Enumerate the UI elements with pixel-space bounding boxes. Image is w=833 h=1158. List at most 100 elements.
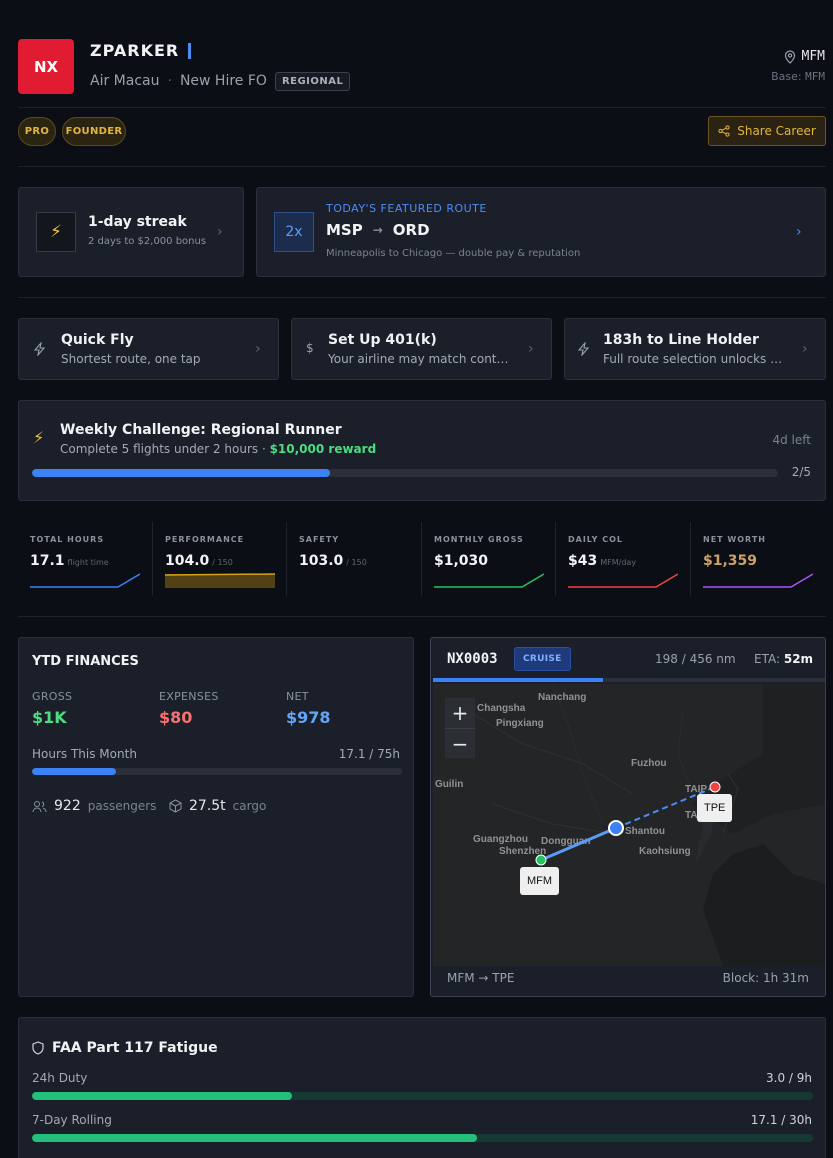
pro-badge: PRO [18, 117, 56, 146]
rolling-progress-bar [32, 1134, 813, 1142]
pilot-name: ZPARKER [90, 41, 192, 60]
quick-card-subtitle: Your airline may match contri... [328, 352, 510, 366]
weekly-challenge-card[interactable]: ⚡ Weekly Challenge: Regional Runner Comp… [18, 400, 826, 501]
sparkline [165, 573, 275, 588]
rolling-label: 7-Day Rolling [32, 1113, 112, 1127]
stat-label: DAILY COL [568, 535, 624, 544]
stat-monthly-gross[interactable]: MONTHLY GROSS $1,030 [422, 522, 556, 596]
chevron-right-icon: › [796, 224, 802, 240]
eta-label: ETA: [754, 652, 781, 666]
share-career-button[interactable]: Share Career [708, 116, 826, 146]
sparkline [568, 573, 678, 588]
challenge-subtitle: Complete 5 flights under 2 hours · $10,0… [60, 442, 376, 456]
flight-route-text: MFM → TPE [447, 971, 515, 985]
stat-total-hours[interactable]: TOTAL HOURS 17.1 flight time [18, 522, 152, 596]
current-location: MFM [784, 49, 825, 64]
users-icon [32, 800, 47, 812]
flight-progress-fill [433, 678, 604, 682]
stat-value-number: 104.0 [165, 553, 210, 569]
founder-badge: FOUNDER [62, 117, 126, 146]
fatigue-title: FAA Part 117 Fatigue [52, 1040, 218, 1056]
stat-separator [152, 522, 153, 596]
stat-value: 104.0/ 150 [165, 553, 233, 569]
gross-value: $1K [32, 708, 67, 727]
chevron-right-icon: › [217, 224, 223, 240]
net-label: NET [286, 690, 309, 703]
expenses-value: $80 [159, 708, 193, 727]
quick-fly-card[interactable]: Quick Fly Shortest route, one tap › [18, 318, 279, 380]
aircraft-marker[interactable] [608, 820, 624, 836]
stat-value-number: $1,030 [434, 553, 489, 569]
quick-card-title: Set Up 401(k) [328, 332, 437, 348]
setup-401k-card[interactable]: $ Set Up 401(k) Your airline may match c… [291, 318, 552, 380]
cursor-indicator [188, 42, 192, 59]
active-flight-card[interactable]: NX0003 CRUISE 198 / 456 nm ETA: 52m Nanc… [430, 637, 826, 997]
stat-value-number: $43 [568, 553, 598, 569]
stat-value-number: 17.1 [30, 553, 65, 569]
route-arrow-icon: → [372, 223, 383, 237]
route-overlay [535, 781, 721, 866]
challenge-progress-bar [32, 469, 778, 477]
stat-net-worth[interactable]: NET WORTH $1,359 [691, 522, 825, 596]
pilot-rank: New Hire FO [179, 73, 267, 89]
challenge-subtitle-text: Complete 5 flights under 2 hours · [60, 442, 270, 456]
passengers-label: passengers [87, 799, 157, 813]
eta-value: 52m [783, 652, 814, 666]
stat-suffix: / 150 [346, 558, 367, 567]
zoom-in-button[interactable]: + [445, 698, 475, 728]
bolt-icon: ⚡ [36, 212, 76, 252]
stat-label: TOTAL HOURS [30, 535, 105, 544]
challenge-reward: $10,000 reward [269, 442, 377, 456]
class-tag: REGIONAL [274, 71, 351, 91]
stat-daily-col[interactable]: DAILY COL $43 MFM/day [556, 522, 690, 596]
origin-marker [535, 854, 547, 866]
cargo-value: 27.5t [189, 798, 226, 814]
cargo-stat: 27.5t cargo [169, 798, 266, 814]
hours-progress-bar [32, 768, 402, 775]
flight-progress-bar [433, 678, 825, 682]
stat-value-number: 103.0 [299, 553, 344, 569]
shield-icon [32, 1041, 44, 1055]
stat-safety[interactable]: SAFETY 103.0/ 150 [287, 522, 421, 596]
flight-map[interactable]: Nanchang Changsha Pingxiang Fuzhou Guilin Gua… [433, 684, 825, 966]
hours-month-value: 17.1 / 75h [338, 747, 400, 761]
sparkline [703, 573, 813, 588]
section-divider [18, 616, 826, 617]
challenge-title: Weekly Challenge: Regional Runner [60, 422, 342, 438]
bolt-icon: ⚡ [33, 428, 45, 447]
share-icon [718, 125, 730, 137]
duty-progress-fill [32, 1092, 293, 1100]
bolt-outline-icon [33, 342, 46, 356]
quick-card-subtitle: Shortest route, one tap [61, 352, 201, 366]
challenge-progress-fill [32, 469, 331, 477]
route-from: MSP [326, 221, 363, 239]
line-holder-card[interactable]: 183h to Line Holder Full route selection… [564, 318, 826, 380]
stat-value: $1,359 [703, 553, 757, 569]
stat-value: $43 MFM/day [568, 553, 636, 569]
stat-label: SAFETY [299, 535, 340, 544]
flown-route-line [540, 826, 617, 862]
pilot-name-text: ZPARKER [90, 41, 180, 60]
quick-card-title: 183h to Line Holder [603, 332, 759, 348]
rolling-progress-fill [32, 1134, 478, 1142]
passengers-stat: 922 passengers [32, 798, 156, 814]
stat-suffix: MFM/day [600, 558, 637, 567]
duty-progress-bar [32, 1092, 813, 1100]
stat-performance[interactable]: PERFORMANCE 104.0/ 150 [153, 522, 287, 596]
streak-card[interactable]: ⚡ 1-day streak 2 days to $2,000 bonus › [18, 187, 244, 277]
fatigue-card: FAA Part 117 Fatigue 24h Duty 3.0 / 9h 7… [18, 1017, 826, 1158]
sparkline [30, 573, 140, 588]
stat-separator [690, 522, 691, 596]
route-to: ORD [392, 221, 430, 239]
passengers-value: 922 [54, 798, 81, 814]
fatigue-header: FAA Part 117 Fatigue [32, 1040, 218, 1056]
airline-name: Air Macau [90, 73, 160, 89]
stat-label: NET WORTH [703, 535, 766, 544]
bolt-outline-icon [577, 342, 590, 356]
zoom-out-button[interactable]: − [445, 728, 475, 758]
hours-month-label: Hours This Month [32, 747, 137, 761]
pilot-subline: Air Macau · New Hire FO REGIONAL [90, 70, 351, 92]
featured-route-card[interactable]: 2x TODAY'S FEATURED ROUTE MSP → ORD Minn… [256, 187, 826, 277]
duty-label: 24h Duty [32, 1071, 88, 1085]
ytd-finances-card: YTD FINANCES GROSS $1K EXPENSES $80 NET … [18, 637, 414, 997]
